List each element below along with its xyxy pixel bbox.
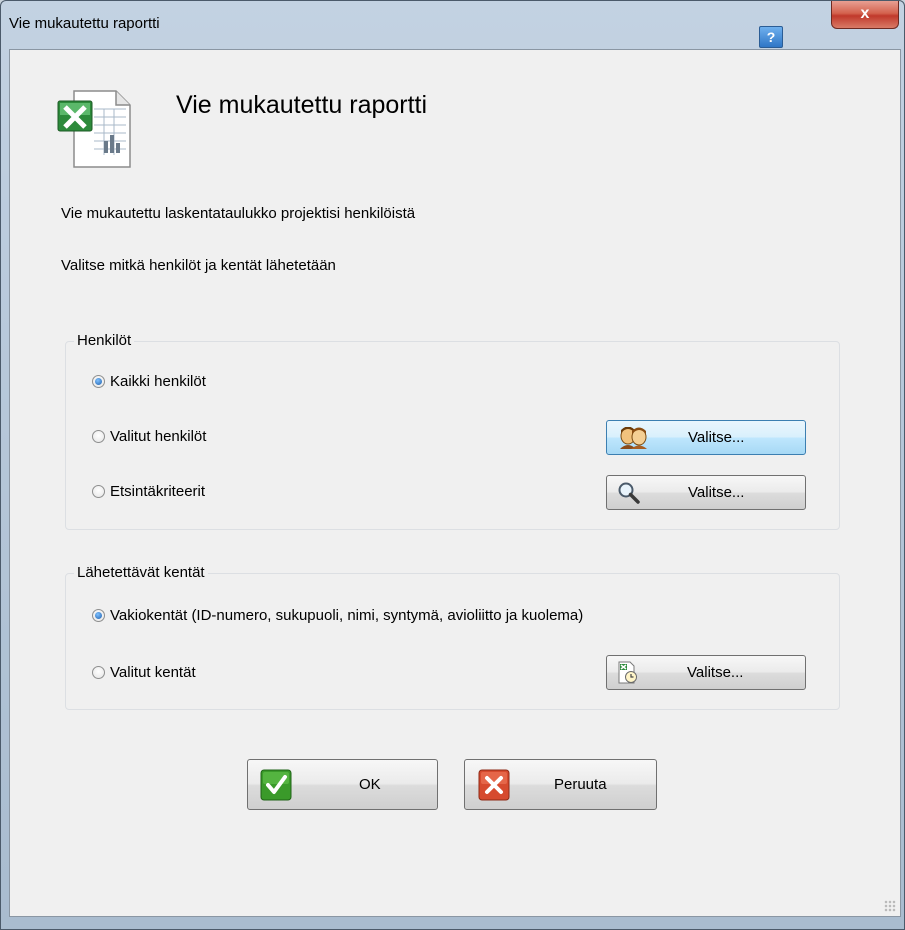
- radio-selected-people[interactable]: Valitut henkilöt: [92, 428, 206, 445]
- select-fields-button[interactable]: Valitse...: [606, 655, 806, 690]
- fields-group: Lähetettävät kentät Vakiokentät (ID-nume…: [65, 564, 840, 710]
- select-people-label: Valitse...: [688, 429, 745, 446]
- radio-search-criteria[interactable]: Etsintäkriteerit: [92, 483, 205, 500]
- window-title: Vie mukautettu raportti: [9, 15, 160, 32]
- radio-button[interactable]: [92, 375, 105, 388]
- radio-button[interactable]: [92, 609, 105, 622]
- page-title: Vie mukautettu raportti: [176, 91, 428, 119]
- select-people-button[interactable]: Valitse...: [606, 420, 806, 455]
- radio-selected-fields[interactable]: Valitut kentät: [92, 664, 196, 681]
- radio-label: Kaikki henkilöt: [110, 373, 206, 390]
- magnifier-icon: [617, 482, 641, 508]
- radio-label: Valitut henkilöt: [110, 428, 207, 445]
- fields-group-legend: Lähetettävät kentät: [74, 564, 208, 581]
- checkmark-icon: [260, 769, 292, 805]
- description-text: Vie mukautettu laskentataulukko projekti…: [61, 205, 416, 222]
- people-group: Henkilöt Kaikki henkilöt Valitut henkilö…: [65, 332, 840, 530]
- fields-sheet-icon: [616, 661, 640, 689]
- title-bar[interactable]: Vie mukautettu raportti ? x: [1, 1, 904, 48]
- people-icon: [617, 426, 651, 453]
- radio-label: Etsintäkriteerit: [110, 483, 206, 500]
- resize-grip[interactable]: [884, 900, 896, 912]
- close-button[interactable]: x: [831, 1, 899, 29]
- help-button[interactable]: ?: [759, 26, 783, 48]
- radio-label: Vakiokentät (ID-numero, sukupuoli, nimi,…: [110, 607, 584, 624]
- dialog-content: Vie mukautettu raportti Vie mukautettu l…: [9, 49, 901, 917]
- dialog-window: Vie mukautettu raportti ? x Vie mukautet…: [0, 0, 905, 930]
- radio-button[interactable]: [92, 485, 105, 498]
- radio-button[interactable]: [92, 666, 105, 679]
- radio-standard-fields[interactable]: Vakiokentät (ID-numero, sukupuoli, nimi,…: [92, 607, 583, 624]
- select-criteria-label: Valitse...: [688, 484, 745, 501]
- cross-icon: [478, 769, 510, 805]
- radio-button[interactable]: [92, 430, 105, 443]
- ok-button[interactable]: OK: [247, 759, 438, 810]
- select-fields-label: Valitse...: [687, 664, 744, 681]
- cancel-button[interactable]: Peruuta: [464, 759, 657, 810]
- select-criteria-button[interactable]: Valitse...: [606, 475, 806, 510]
- ok-label: OK: [359, 776, 381, 793]
- radio-all-people[interactable]: Kaikki henkilöt: [92, 373, 206, 390]
- instruction-text: Valitse mitkä henkilöt ja kentät lähetet…: [61, 257, 336, 274]
- cancel-label: Peruuta: [554, 776, 607, 793]
- people-group-legend: Henkilöt: [74, 332, 135, 349]
- radio-label: Valitut kentät: [110, 664, 196, 681]
- excel-document-icon: [50, 83, 144, 178]
